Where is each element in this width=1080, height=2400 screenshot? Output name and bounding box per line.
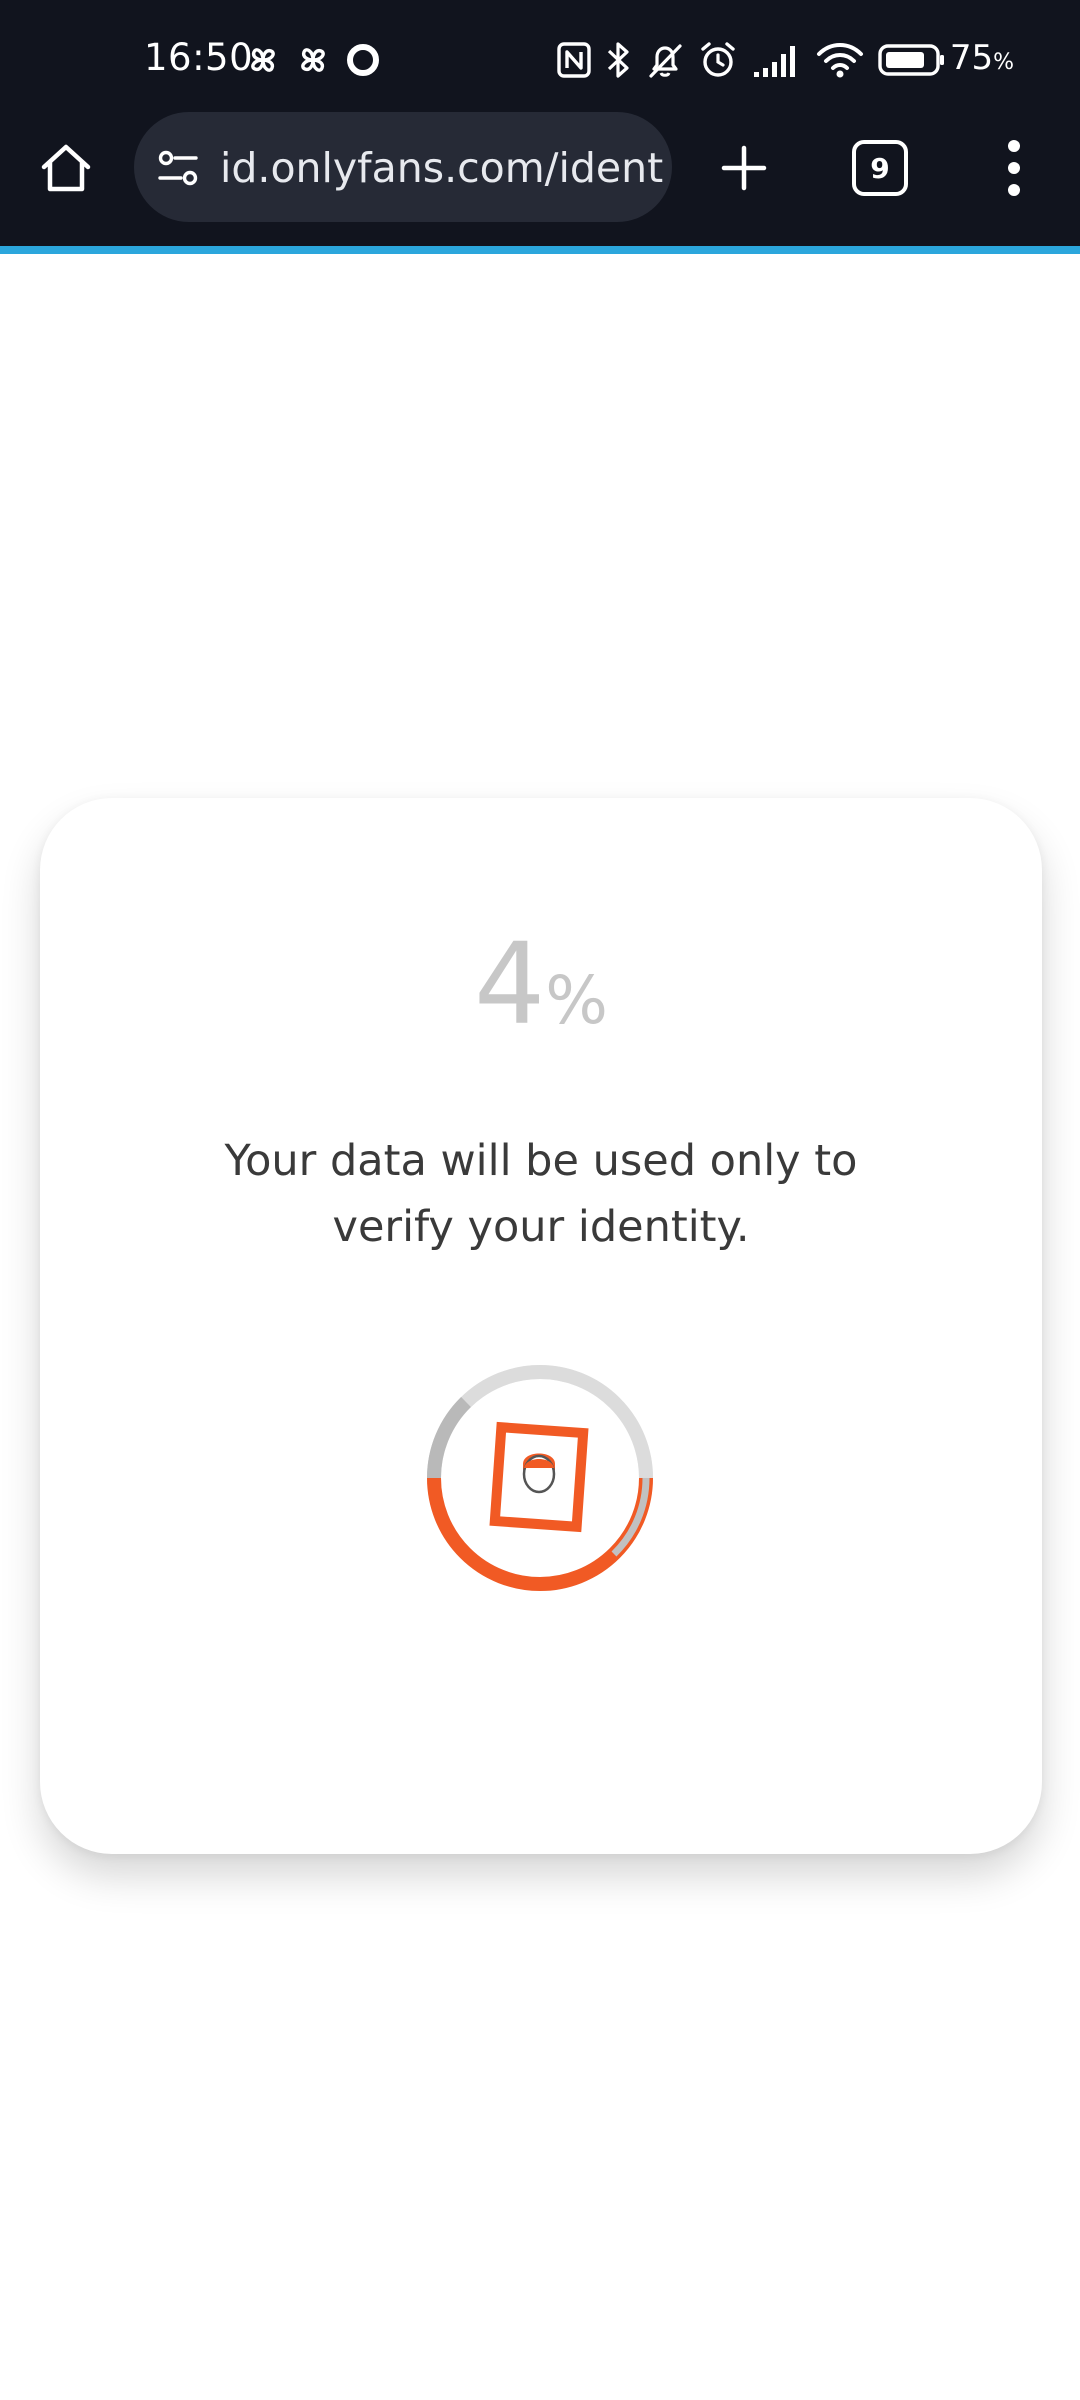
alarm-icon bbox=[701, 42, 735, 77]
plus-icon bbox=[721, 145, 767, 191]
status-system-icons bbox=[556, 36, 1006, 84]
url-text[interactable]: id.onlyfans.com/ident bbox=[220, 144, 663, 192]
bluetooth-icon bbox=[607, 42, 629, 78]
wifi-icon bbox=[817, 43, 863, 78]
home-icon bbox=[41, 144, 91, 192]
battery-percentage: 75% bbox=[950, 38, 1014, 78]
status-time: 16:50 bbox=[144, 36, 254, 79]
menu-dot-icon bbox=[1008, 162, 1020, 174]
menu-dot-icon bbox=[1008, 140, 1020, 152]
home-button[interactable] bbox=[28, 130, 104, 206]
progress-percentage: 4% bbox=[40, 920, 1042, 1050]
battery-level: 75 bbox=[949, 38, 994, 78]
face-scan-loader-icon bbox=[426, 1365, 653, 1591]
browser-top-bar: 16:50 75% id.onlyfans.com/ident 9 bbox=[0, 0, 1080, 246]
ring-icon bbox=[347, 44, 379, 76]
nfc-icon bbox=[557, 42, 591, 78]
verification-card: 4% Your data will be used only to verify… bbox=[40, 798, 1042, 1854]
status-notification-icons bbox=[244, 38, 382, 82]
battery-unit: % bbox=[993, 50, 1014, 75]
privacy-notice: Your data will be used only to verify yo… bbox=[224, 1136, 858, 1252]
signal-icon bbox=[754, 46, 795, 77]
tab-switcher-button[interactable]: 9 bbox=[852, 140, 908, 196]
menu-dot-icon bbox=[1008, 184, 1020, 196]
address-bar[interactable]: id.onlyfans.com/ident bbox=[134, 112, 672, 222]
pinwheel-icon bbox=[251, 48, 275, 72]
pinwheel-icon bbox=[301, 48, 325, 72]
status-bar: 16:50 75% bbox=[0, 0, 1080, 120]
site-settings-icon[interactable] bbox=[154, 144, 202, 192]
new-tab-button[interactable] bbox=[706, 130, 782, 206]
page-load-accent-line bbox=[0, 246, 1080, 254]
battery-icon bbox=[878, 44, 944, 76]
progress-value: 4 bbox=[474, 920, 546, 1050]
progress-unit: % bbox=[545, 962, 608, 1039]
bell-muted-icon bbox=[649, 44, 682, 78]
more-menu-button[interactable] bbox=[990, 130, 1038, 206]
